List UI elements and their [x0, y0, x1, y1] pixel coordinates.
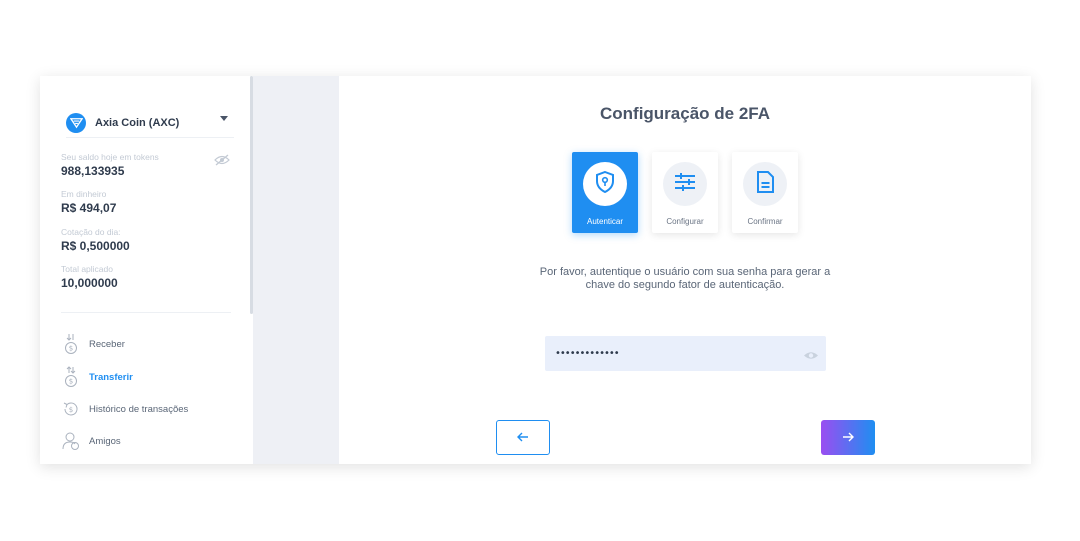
daily-quote-value: R$ 0,500000	[61, 239, 130, 253]
sidebar-divider	[61, 312, 231, 313]
daily-quote-label: Cotação do dia:	[61, 227, 121, 237]
sidebar-item-label: Histórico de transações	[89, 403, 189, 415]
sidebar: Axia Coin (AXC) Seu saldo hoje em tokens…	[40, 76, 253, 464]
shield-lock-icon	[595, 170, 615, 198]
coin-selector[interactable]: Axia Coin (AXC)	[66, 108, 234, 138]
balance-cash-label: Em dinheiro	[61, 189, 107, 199]
total-invested-label: Total aplicado	[61, 264, 113, 274]
balance-tokens-label: Seu saldo hoje em tokens	[61, 152, 159, 162]
content-gutter	[253, 76, 339, 464]
balance-cash: Em dinheiro R$ 494,07	[61, 189, 116, 215]
receive-icon: $	[61, 332, 81, 356]
friends-icon	[61, 429, 81, 453]
step-label: Configurar	[666, 217, 704, 226]
step-configure[interactable]: Configurar	[652, 152, 718, 233]
sidebar-item-friends[interactable]: Amigos	[61, 428, 121, 454]
balance-tokens-value: 988,133935	[61, 164, 125, 178]
document-icon	[756, 170, 774, 198]
arrow-left-icon	[517, 429, 529, 447]
sliders-icon	[674, 172, 696, 197]
svg-text:$: $	[69, 406, 73, 414]
page-title: Configuração de 2FA	[599, 104, 771, 123]
sidebar-item-label: Amigos	[89, 435, 121, 447]
svg-text:$: $	[69, 378, 73, 386]
balance-tokens: Seu saldo hoje em tokens 988,133935	[61, 152, 159, 178]
sidebar-item-transfer[interactable]: $ Transferir	[61, 364, 133, 390]
sidebar-item-receive[interactable]: $ Receber	[61, 331, 125, 357]
eye-icon[interactable]	[803, 348, 819, 359]
sidebar-item-history[interactable]: $ Histórico de transações	[61, 396, 188, 422]
chevron-down-icon	[220, 116, 228, 121]
balance-cash-value: R$ 494,07	[61, 201, 117, 215]
password-input[interactable]	[555, 336, 795, 371]
step-label: Confirmar	[747, 217, 783, 226]
app-window: Axia Coin (AXC) Seu saldo hoje em tokens…	[40, 76, 1031, 464]
eye-off-icon[interactable]	[214, 153, 230, 166]
step-confirm[interactable]: Confirmar	[732, 152, 798, 233]
daily-quote: Cotação do dia: R$ 0,500000	[61, 227, 130, 253]
total-invested-value: 10,000000	[61, 276, 118, 290]
total-invested: Total aplicado 10,000000	[61, 264, 118, 290]
sidebar-item-label: Transferir	[89, 371, 133, 383]
history-icon: $	[61, 397, 81, 421]
step-label: Autenticar	[586, 217, 624, 226]
step-icon-circle	[663, 162, 707, 206]
back-button[interactable]	[496, 420, 550, 455]
password-field	[545, 336, 826, 371]
svg-text:$: $	[69, 345, 73, 353]
sidebar-item-label: Receber	[89, 338, 125, 350]
arrow-right-icon	[842, 429, 854, 447]
coin-name: Axia Coin (AXC)	[95, 116, 180, 129]
main-panel: Configuração de 2FA Autenticar Configura…	[339, 76, 1031, 464]
transfer-icon: $	[61, 365, 81, 389]
auth-description: Por favor, autentique o usuário com sua …	[539, 266, 831, 291]
axia-coin-logo-icon	[66, 112, 86, 133]
next-button[interactable]	[821, 420, 875, 455]
step-icon-circle	[583, 162, 627, 206]
step-authenticate[interactable]: Autenticar	[572, 152, 638, 233]
step-icon-circle	[743, 162, 787, 206]
